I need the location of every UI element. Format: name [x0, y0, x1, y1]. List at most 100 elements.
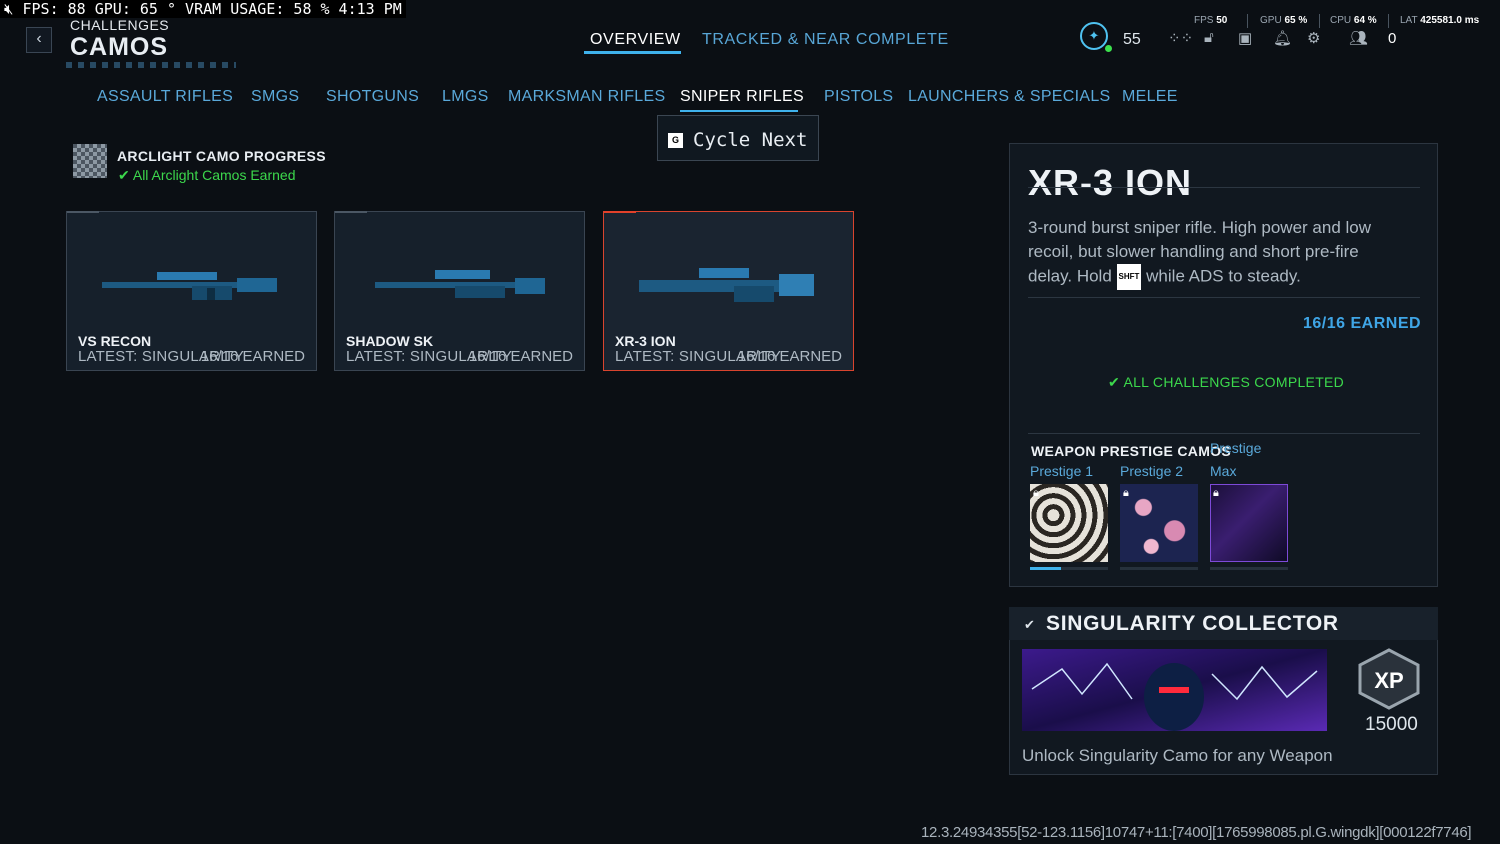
perf-value: 50 — [1216, 15, 1228, 26]
speaker-muted-icon: 🔇︎ — [4, 0, 14, 18]
back-button[interactable]: ‹ — [26, 27, 52, 53]
category-melee[interactable]: MELEE — [1122, 88, 1178, 106]
perf-value: 64 % — [1353, 15, 1377, 26]
arclight-title: ARCLIGHT CAMO PROGRESS — [117, 148, 326, 164]
prestige-max-label: Max — [1210, 463, 1237, 479]
prestige-title: WEAPON PRESTIGE CAMOS — [1031, 443, 1231, 459]
lock-icon: 🔒︎ — [1033, 487, 1039, 499]
perf-label: LAT — [1400, 15, 1418, 26]
category-shotguns[interactable]: SHOTGUNS — [326, 88, 419, 106]
category-underline — [680, 110, 798, 112]
weapon-card-vs-recon[interactable]: VS RECON LATEST: SINGULARITY 16/16 EARNE… — [66, 211, 317, 371]
challenges-status-text: ALL CHALLENGES COMPLETED — [1123, 374, 1345, 390]
key-hint-icon: G — [668, 133, 683, 148]
overlay-text: FPS: 88 GPU: 65 ° VRAM USAGE: 58 % 4:13 … — [22, 0, 402, 18]
tab-overview[interactable]: OVERVIEW — [590, 31, 681, 49]
perf-label: CPU — [1330, 15, 1352, 26]
build-version: 12.3.24934355[52-123.1156]10747+11:[7400… — [921, 824, 1472, 841]
perf-lat: LAT 425581.0 ms — [1400, 15, 1479, 26]
divider — [1388, 14, 1389, 28]
challenges-status: ✔ ALL CHALLENGES COMPLETED — [1108, 374, 1345, 390]
category-smgs[interactable]: SMGS — [251, 88, 299, 106]
weapon-detail-name: XR-3 ION — [1028, 162, 1193, 203]
category-sniper-rifles[interactable]: SNIPER RIFLES — [680, 88, 804, 106]
prestige-2-progress — [1120, 567, 1198, 570]
perf-overlay: 🔇︎ FPS: 88 GPU: 65 ° VRAM USAGE: 58 % 4:… — [0, 0, 406, 18]
page-title: CAMOS — [70, 33, 169, 61]
prestige-max-progress — [1210, 567, 1288, 570]
card-topbar — [604, 211, 636, 213]
singularity-collector-title: SINGULARITY COLLECTOR — [1046, 612, 1339, 635]
lock-icon: 🔒︎ — [1213, 487, 1219, 499]
friends-icon[interactable]: 👥︎ — [1349, 29, 1368, 47]
xp-label: XP — [1374, 668, 1403, 693]
weapon-name: VS RECON — [78, 333, 152, 349]
perf-value: 65 % — [1284, 15, 1308, 26]
sniper-rifle-icon — [375, 270, 545, 298]
prestige-camo-max[interactable]: 🔒︎ — [1210, 484, 1288, 562]
online-status-dot — [1105, 45, 1112, 52]
camera-icon[interactable]: ▣ — [1238, 29, 1252, 47]
category-lmgs[interactable]: LMGS — [442, 88, 489, 106]
weapon-earned: 16/16 EARNED — [468, 348, 573, 365]
chevron-left-icon: ‹ — [36, 30, 42, 47]
prestige-camo-2[interactable]: 🔒︎ — [1120, 484, 1198, 562]
category-assault-rifles[interactable]: ASSAULT RIFLES — [97, 88, 233, 106]
sniper-rifle-icon — [639, 268, 814, 302]
tab-underline — [584, 51, 681, 54]
divider — [1028, 433, 1420, 434]
tab-tracked[interactable]: TRACKED & NEAR COMPLETE — [702, 31, 949, 49]
weapon-earned: 16/16 EARNED — [200, 348, 305, 365]
card-topbar — [335, 211, 367, 213]
weapon-card-shadow-sk[interactable]: SHADOW SK LATEST: SINGULARITY 16/16 EARN… — [334, 211, 585, 371]
grid-icon[interactable]: ⁘⁘ — [1168, 29, 1193, 47]
xp-icon: XP — [1358, 648, 1420, 710]
weapon-description: 3-round burst sniper rifle. High power a… — [1028, 216, 1398, 290]
player-level: 55 — [1123, 31, 1141, 48]
perf-gpu: GPU 65 % — [1260, 15, 1307, 26]
check-icon: ✔ — [1024, 617, 1035, 632]
arclight-status-text: All Arclight Camos Earned — [132, 167, 296, 183]
divider — [1028, 187, 1420, 188]
weapon-name: XR-3 ION — [615, 333, 676, 349]
currency-count: 0 — [1388, 30, 1397, 47]
level-icon[interactable]: ✦ — [1080, 22, 1108, 50]
card-topbar — [67, 211, 99, 213]
weapon-name: SHADOW SK — [346, 333, 434, 349]
cycle-next-label: Cycle Next — [693, 129, 808, 151]
category-launchers-specials[interactable]: LAUNCHERS & SPECIALS — [908, 88, 1111, 106]
divider — [1247, 14, 1248, 28]
divider — [1028, 297, 1420, 298]
description-text-end: while ADS to steady. — [1146, 266, 1301, 286]
lock-icon[interactable]: 🔓︎ — [1204, 29, 1214, 46]
perf-fps: FPS 50 — [1194, 15, 1227, 26]
bell-icon[interactable]: 🔔︎ — [1273, 29, 1292, 47]
camos-earned-count: 16/16 EARNED — [1303, 315, 1422, 332]
prestige-2-label: Prestige 2 — [1120, 463, 1184, 479]
prestige-1-label: Prestige 1 — [1030, 463, 1094, 479]
lock-icon: 🔒︎ — [1123, 487, 1129, 499]
prestige-overlap-label: Prestige — [1210, 440, 1262, 456]
category-marksman-rifles[interactable]: MARKSMAN RIFLES — [508, 88, 665, 106]
perf-cpu: CPU 64 % — [1330, 15, 1377, 26]
cycle-next-button[interactable]: G Cycle Next — [657, 115, 819, 161]
sniper-rifle-icon — [102, 272, 277, 300]
title-decoration — [66, 62, 236, 68]
prestige-camo-1[interactable]: 🔒︎ — [1030, 484, 1108, 562]
weapon-card-xr-3-ion[interactable]: XR-3 ION LATEST: SINGULARITY 16/16 EARNE… — [603, 211, 854, 371]
prestige-1-progress — [1030, 567, 1108, 570]
singularity-banner-image — [1022, 649, 1327, 731]
perf-value: 425581.0 ms — [1420, 15, 1480, 26]
breadcrumb: CHALLENGES — [70, 17, 170, 33]
progress-fill — [1030, 567, 1062, 570]
category-pistols[interactable]: PISTOLS — [824, 88, 893, 106]
unlock-description: Unlock Singularity Camo for any Weapon — [1022, 746, 1333, 765]
arclight-camo-icon — [73, 144, 107, 178]
shift-key-icon: SHFT — [1116, 264, 1142, 290]
arclight-status: ✔ All Arclight Camos Earned — [118, 167, 296, 183]
xp-reward-value: 15000 — [1365, 714, 1418, 735]
gear-icon[interactable]: ⚙ — [1307, 29, 1320, 47]
weapon-earned: 16/16 EARNED — [737, 348, 842, 365]
perf-label: GPU — [1260, 15, 1282, 26]
divider — [1319, 14, 1320, 28]
